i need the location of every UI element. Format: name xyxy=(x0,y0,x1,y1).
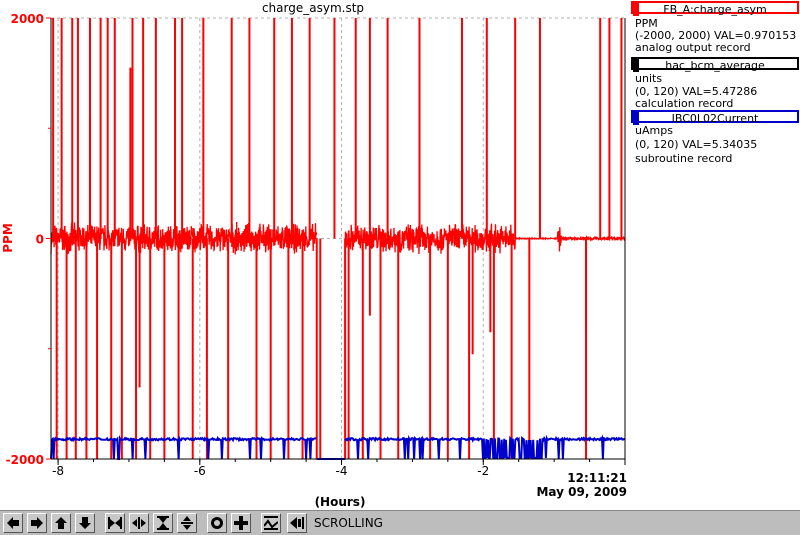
legend-record: subroutine record xyxy=(635,152,733,165)
zoom-in-y-button[interactable] xyxy=(153,513,173,533)
y-tick-label: 0 xyxy=(36,233,44,247)
target-icon xyxy=(211,517,223,529)
legend-record: calculation record xyxy=(635,97,734,110)
arrow-left-icon xyxy=(7,517,19,529)
legend-chip-charge-asym[interactable]: FB_A:charge_asym xyxy=(631,1,799,16)
style-button[interactable] xyxy=(261,513,281,533)
legend-chip-hac-bcm-average[interactable]: hac_bcm_average xyxy=(631,57,799,72)
pan-down-button[interactable] xyxy=(75,513,95,533)
legend-chip-ibc0l02current[interactable]: IBC0L02Current xyxy=(631,110,799,125)
legend-units: uAmps xyxy=(635,124,673,137)
waveform-icon xyxy=(264,516,278,530)
chart-title: charge_asym.stp xyxy=(261,1,365,15)
zoom-out-x-button[interactable] xyxy=(129,513,149,533)
end-time-label: 12:11:21 xyxy=(567,471,627,485)
toolbar: SCROLLING xyxy=(0,510,800,535)
x-tick-label: -6 xyxy=(194,464,206,478)
auto-scale-button[interactable] xyxy=(207,513,227,533)
legend-units: units xyxy=(635,72,663,85)
zoom-in-x-icon xyxy=(108,517,122,529)
pan-up-button[interactable] xyxy=(51,513,71,533)
x-tick-label: -4 xyxy=(336,464,348,478)
arrow-right-icon xyxy=(31,517,43,529)
legend-name: IBC0L02Current xyxy=(671,112,759,125)
legend-swatch xyxy=(633,59,639,72)
x-tick-label: -2 xyxy=(477,464,489,478)
scroll-left-icon xyxy=(290,517,304,529)
zoom-in-y-icon xyxy=(157,516,169,530)
strip-chart[interactable]: 20000-2000 -8 -6 -4 -2 PPM xyxy=(0,0,629,510)
pan-right-button[interactable] xyxy=(27,513,47,533)
scroll-mode-button[interactable] xyxy=(287,513,307,533)
y-tick-label: -2000 xyxy=(6,453,44,467)
reset-button[interactable] xyxy=(231,513,251,533)
legend-name: FB_A:charge_asym xyxy=(663,3,767,16)
zoom-out-y-button[interactable] xyxy=(177,513,197,533)
legend-swatch xyxy=(633,3,639,16)
arrow-up-icon xyxy=(55,517,67,529)
zoom-in-x-button[interactable] xyxy=(105,513,125,533)
legend-panel: FB_A:charge_asym PPM (-2000, 2000) VAL=0… xyxy=(629,0,800,510)
x-axis-label: (Hours) xyxy=(314,495,366,509)
plus-icon xyxy=(234,516,248,530)
legend-record: analog output record xyxy=(635,41,751,54)
y-axis-label: PPM xyxy=(1,223,15,253)
legend-value: (0, 120) VAL=5.34035 xyxy=(635,138,758,151)
end-date-label: May 09, 2009 xyxy=(536,485,627,499)
legend-name: hac_bcm_average xyxy=(665,59,765,72)
zoom-out-x-icon xyxy=(132,517,146,529)
x-tick-label: -8 xyxy=(52,464,64,478)
pan-left-button[interactable] xyxy=(3,513,23,533)
arrow-down-icon xyxy=(79,517,91,529)
scroll-status-label: SCROLLING xyxy=(314,516,383,530)
zoom-out-y-icon xyxy=(181,516,193,530)
